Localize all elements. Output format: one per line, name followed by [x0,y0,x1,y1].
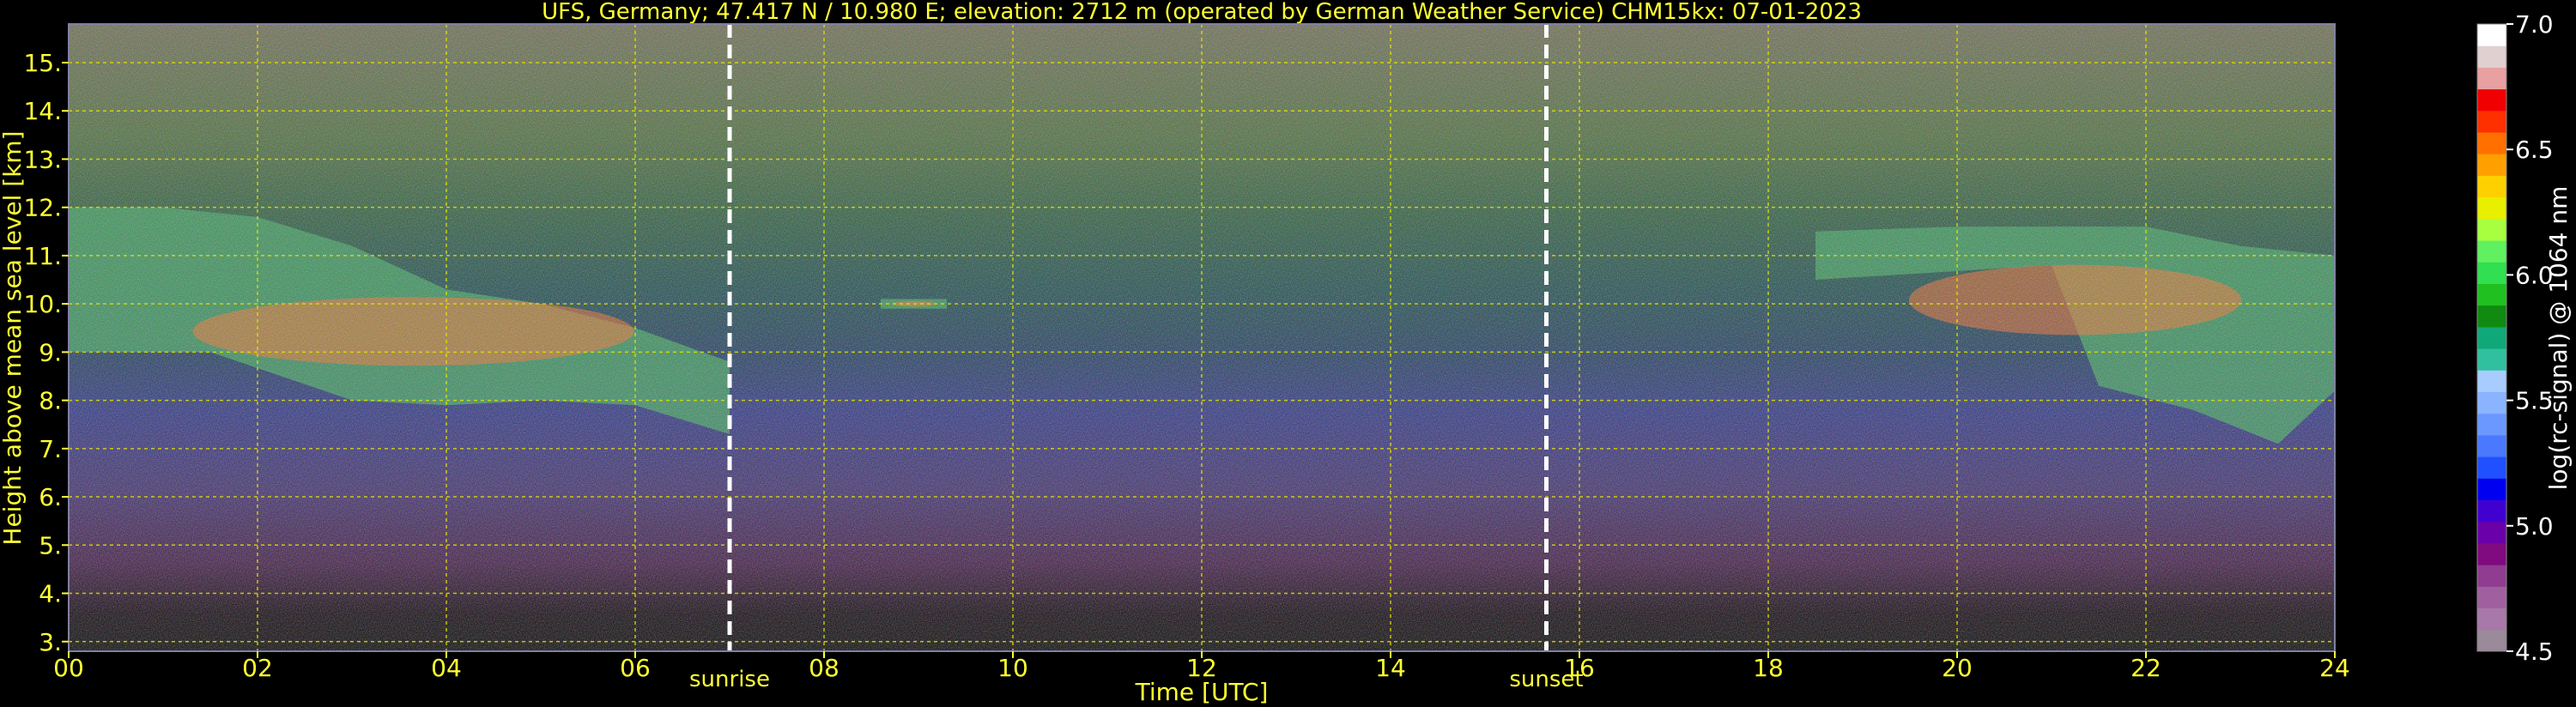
colorbar-tick-label-5: 7.0 [2515,10,2554,39]
colorbar-segment-4 [2477,542,2506,565]
colorbar-segment-18 [2477,240,2506,263]
y-tick-label-9: 9. [39,338,62,366]
colorbar-segment-17 [2477,262,2506,284]
x-axis-label: Time [UTC] [1135,678,1269,706]
colorbar-segment-7 [2477,478,2506,501]
colorbar-segment-28 [2477,24,2506,46]
colorbar-segment-11 [2477,391,2506,414]
colorbar-segment-26 [2477,67,2506,90]
x-tick-label-4: 04 [431,654,462,682]
noise-overlay [69,24,2335,651]
colorbar-segment-24 [2477,110,2506,133]
y-tick-label-4: 4. [39,580,62,608]
colorbar-segment-19 [2477,218,2506,241]
colorbar: 4.55.05.56.06.57.0 [2476,10,2554,666]
y-tick-label-13: 13. [23,145,62,173]
colorbar-segment-16 [2477,283,2506,306]
colorbar-segment-1 [2477,607,2506,631]
sun-marker-label-sunrise: sunrise [689,667,770,692]
colorbar-segment-14 [2477,326,2506,349]
colorbar-segment-22 [2477,154,2506,176]
colorbar-segment-6 [2477,499,2506,523]
y-tick-label-6: 6. [39,483,62,511]
y-tick-label-14: 14. [23,97,62,125]
y-tick-label-8: 8. [39,387,62,415]
y-tick-label-10: 10. [23,290,62,318]
colorbar-segment-10 [2477,413,2506,436]
x-tick-label-20: 20 [1942,654,1973,682]
x-tick-label-14: 14 [1375,654,1406,682]
colorbar-segment-25 [2477,88,2506,112]
x-tick-label-8: 08 [809,654,839,682]
x-tick-label-10: 10 [997,654,1028,682]
colorbar-segment-13 [2477,348,2506,371]
colorbar-segment-8 [2477,456,2506,479]
x-tick-label-18: 18 [1753,654,1784,682]
y-tick-label-15: 15. [23,49,62,77]
x-tick-label-24: 24 [2319,654,2350,682]
colorbar-segment-2 [2477,586,2506,609]
y-tick-label-11: 11. [23,242,62,270]
y-axis-ticks: 3. 4. 5. 6. 7. 8. 9. 10. 11. 12. 13. 14. 15. [23,49,69,656]
colorbar-segment-23 [2477,132,2506,154]
colorbar-segment-3 [2477,565,2506,587]
colorbar-segment-5 [2477,521,2506,544]
colorbar-tick-label-0: 4.5 [2515,638,2554,666]
x-tick-label-0: 00 [53,654,84,682]
chart-title: UFS, Germany; 47.417 N / 10.980 E; eleva… [542,0,1862,25]
colorbar-segment-15 [2477,305,2506,328]
x-tick-label-2: 02 [242,654,273,682]
y-tick-label-12: 12. [23,194,62,222]
colorbar-segment-21 [2477,175,2506,198]
y-tick-label-7: 7. [39,435,62,463]
x-tick-label-16: 16 [1564,654,1595,682]
colorbar-segment-0 [2477,629,2506,652]
colorbar-tick-label-1: 5.0 [2515,512,2554,541]
y-axis-label: Height above mean sea level [km] [0,130,27,545]
heatmap-area [69,24,2335,651]
colorbar-label: log(rc-signal) @ 1064 nm [2544,186,2573,491]
colorbar-segment-12 [2477,370,2506,393]
colorbar-segment-9 [2477,434,2506,457]
y-tick-label-3: 3. [39,628,62,656]
x-tick-label-22: 22 [2131,654,2161,682]
y-tick-label-5: 5. [39,531,62,559]
x-tick-label-6: 06 [620,654,651,682]
ceilometer-chart: UFS, Germany; 47.417 N / 10.980 E; eleva… [0,0,2573,706]
colorbar-segment-27 [2477,45,2506,68]
colorbar-segment-20 [2477,196,2506,220]
colorbar-tick-label-4: 6.5 [2515,136,2554,164]
